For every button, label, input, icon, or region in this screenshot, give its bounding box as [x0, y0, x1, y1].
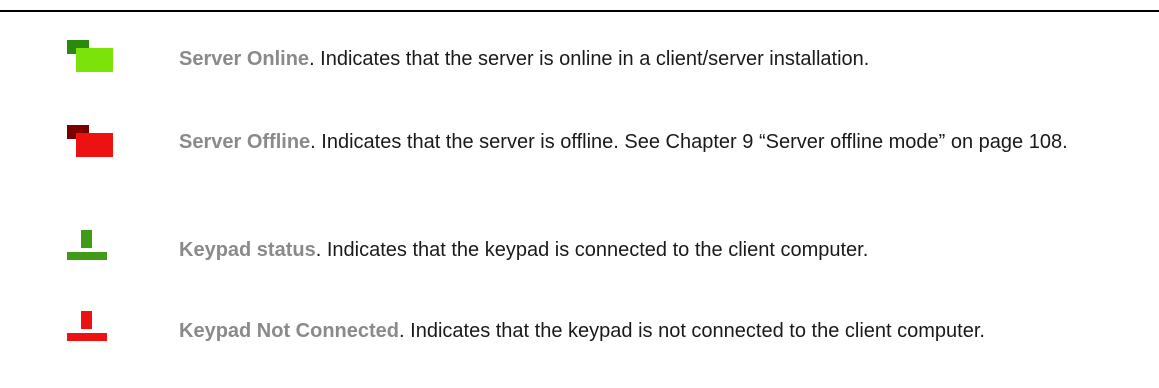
top-divider	[0, 10, 1159, 12]
server-online-icon-front	[76, 48, 113, 72]
legend-text: Server Online. Indicates that the server…	[179, 45, 1139, 74]
keypad-connected-icon-base	[67, 252, 107, 260]
legend-description: . Indicates that the keypad is connected…	[315, 239, 869, 261]
legend-description: . Indicates that the server is online in…	[309, 48, 870, 70]
legend-term: Server Online	[179, 48, 310, 70]
keypad-disconnected-icon-base	[67, 333, 107, 341]
legend-text: Server Offline. Indicates that the serve…	[179, 128, 1139, 157]
legend-description: . Indicates that the keypad is not conne…	[399, 320, 985, 342]
legend-text: Keypad status. Indicates that the keypad…	[179, 236, 1139, 265]
keypad-connected-icon	[67, 230, 107, 266]
legend-term: Keypad status	[179, 239, 316, 261]
keypad-disconnected-icon-post	[81, 311, 92, 329]
server-online-icon	[67, 40, 113, 76]
keypad-disconnected-icon	[67, 311, 107, 347]
legend-description: . Indicates that the server is offline. …	[310, 131, 1068, 153]
legend-term: Keypad Not Connected	[179, 320, 400, 342]
server-offline-icon-front	[76, 133, 113, 157]
legend-text: Keypad Not Connected. Indicates that the…	[179, 317, 1139, 346]
legend-term: Server Offline	[179, 131, 311, 153]
server-offline-icon	[67, 125, 113, 161]
keypad-connected-icon-post	[81, 230, 92, 248]
